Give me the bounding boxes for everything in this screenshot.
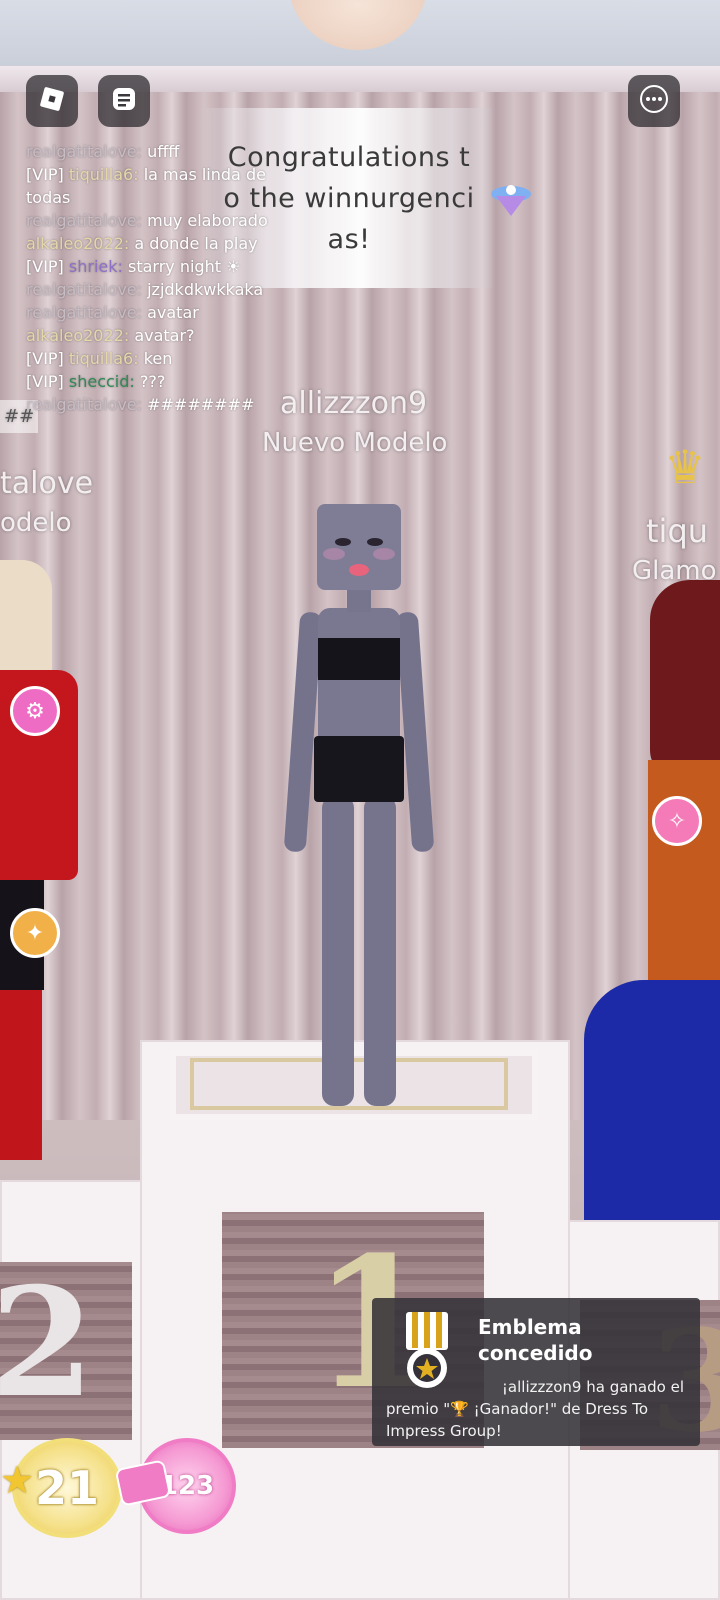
avatar-shorts [314, 736, 404, 802]
chat-text: uffff [142, 142, 180, 161]
avatar-left-arm [283, 611, 323, 853]
toast-title: Emblema concedido [478, 1315, 593, 1365]
chat-vip-tag: [VIP] [26, 257, 69, 276]
chat-username[interactable]: tiquilla6: [69, 165, 139, 184]
center-avatar [283, 500, 435, 1120]
avatar-left-leg [322, 796, 354, 1106]
toast-body-line2: premio "🏆 ¡Ganador!" de Dress To Impress… [386, 1400, 649, 1440]
avatar-eye [367, 538, 383, 546]
chat-username[interactable]: realgatitalove: [26, 395, 142, 414]
chat-log: realgatitalove: uffff [VIP] tiquilla6: la… [26, 140, 276, 416]
chat-text: avatar? [129, 326, 195, 345]
glove-badge-icon: ✦ [10, 908, 60, 958]
more-options-button[interactable] [628, 75, 680, 127]
right-avatar-hair [650, 580, 720, 780]
left-avatar [0, 560, 90, 1180]
avatar-eye [335, 538, 351, 546]
center-player-name: allizzzon9 [280, 386, 428, 421]
chat-username[interactable]: alkaleo2022: [26, 234, 129, 253]
avatar-blush [373, 548, 395, 560]
right-avatar-skirt [584, 980, 720, 1220]
chat-message: [VIP] sheccid: ??? [26, 370, 276, 393]
avatar-top [318, 638, 400, 680]
chat-message: alkaleo2022: a donde la play [26, 232, 276, 255]
chat-username[interactable]: realgatitalove: [26, 211, 142, 230]
chat-text: avatar [142, 303, 199, 322]
chat-username[interactable]: sheccid: [69, 372, 135, 391]
roblox-menu-button[interactable] [26, 75, 78, 127]
chat-message: [VIP] tiquilla6: ken [26, 347, 276, 370]
chat-message: realgatitalove: ######## [26, 393, 276, 416]
roblox-logo-icon [38, 85, 66, 117]
chat-username[interactable]: realgatitalove: [26, 280, 142, 299]
chat-username[interactable]: tiquilla6: [69, 349, 139, 368]
chat-vip-tag: [VIP] [26, 165, 69, 184]
chat-message: [VIP] shriek: starry night ☀ [26, 255, 276, 278]
chat-text: muy elaborado [142, 211, 268, 230]
toast-body: ¡allizzzon9 ha ganado el premio "🏆 ¡Gana… [386, 1376, 692, 1442]
center-player-title: Nuevo Modelo [262, 428, 448, 458]
left-avatar-boots [0, 990, 42, 1160]
chat-message: realgatitalove: muy elaborado [26, 209, 276, 232]
chat-icon [110, 85, 138, 117]
stars-count: 21 [34, 1461, 99, 1515]
podium-second-number: 2 [0, 1255, 95, 1431]
chat-vip-tag: [VIP] [26, 372, 69, 391]
right-player-title: Glamo [632, 556, 717, 586]
chat-message: [VIP] tiquilla6: la mas linda de todas [26, 163, 276, 209]
avatar-blush [323, 548, 345, 560]
dancer-badge-icon: ✧ [652, 796, 702, 846]
left-player-name: talove [0, 466, 94, 501]
chat-text: a donde la play [129, 234, 258, 253]
avatar-lips [349, 564, 369, 576]
chat-text: jzjdkdkwkkaka [142, 280, 264, 299]
chat-username[interactable]: realgatitalove: [26, 142, 142, 161]
chat-vip-tag: [VIP] [26, 349, 69, 368]
avatar-right-arm [395, 611, 435, 853]
toast-body-line1: ¡allizzzon9 ha ganado el [501, 1378, 684, 1396]
chat-toggle-button[interactable] [98, 75, 150, 127]
avatar-neck [347, 588, 371, 612]
diamond-ring-icon [488, 180, 534, 220]
chat-text: ??? [134, 372, 166, 391]
chat-message: alkaleo2022: avatar? [26, 324, 276, 347]
star-icon: ★ [0, 1458, 35, 1502]
right-avatar [584, 580, 720, 1240]
chat-text: ken [138, 349, 173, 368]
right-player-name: tiqu [646, 512, 709, 550]
more-horizontal-icon [638, 83, 670, 119]
avatar-head [317, 504, 401, 590]
chat-text: starry night ☀ [122, 257, 241, 276]
chat-username[interactable]: alkaleo2022: [26, 326, 129, 345]
vip-crown-icon: ♛ [664, 440, 706, 494]
gear-badge-icon: ⚙ [10, 686, 60, 736]
chat-message: realgatitalove: uffff [26, 140, 276, 163]
chat-username[interactable]: shriek: [69, 257, 123, 276]
left-player-title: odelo [0, 508, 72, 538]
chat-message: realgatitalove: avatar [26, 301, 276, 324]
chat-username[interactable]: realgatitalove: [26, 303, 142, 322]
right-avatar-top [648, 760, 720, 980]
chat-text: ######## [142, 395, 255, 414]
avatar-right-leg [364, 796, 396, 1106]
chat-message: realgatitalove: jzjdkdkwkkaka [26, 278, 276, 301]
badge-awarded-toast[interactable]: Emblema concedido ¡allizzzon9 ha ganado … [372, 1298, 700, 1446]
